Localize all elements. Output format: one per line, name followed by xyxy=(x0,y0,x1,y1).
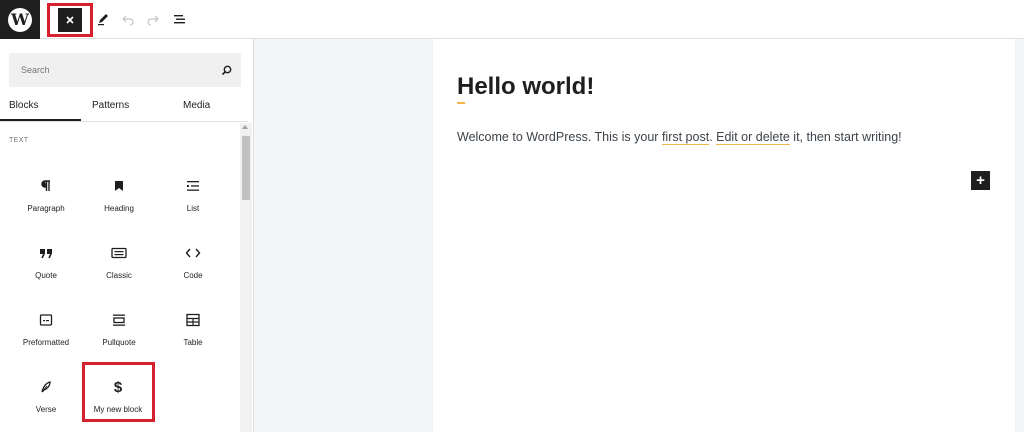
block-label: Code xyxy=(183,271,203,280)
block-inserter-panel: Search Blocks Patterns Media TEXT Paragr… xyxy=(0,39,254,432)
paragraph-icon xyxy=(8,174,84,198)
active-tab-indicator xyxy=(0,119,81,121)
block-list[interactable]: List xyxy=(155,170,231,230)
paragraph-block[interactable]: Welcome to WordPress. This is your first… xyxy=(457,130,902,145)
wordpress-logo-icon: W xyxy=(8,7,32,32)
block-table[interactable]: Table xyxy=(155,304,231,364)
highlight-box-inserter-toggle xyxy=(47,3,93,37)
block-label: Quote xyxy=(35,271,57,280)
inserter-tabs: Blocks Patterns Media xyxy=(0,95,248,122)
tab-patterns[interactable]: Patterns xyxy=(92,100,129,111)
search-field[interactable]: Search xyxy=(9,53,241,87)
paragraph-text-first-post: first post xyxy=(661,130,710,145)
scroll-up-arrow-icon[interactable] xyxy=(242,125,248,129)
plus-icon: + xyxy=(976,172,985,189)
tools-button[interactable] xyxy=(92,8,114,30)
post-title[interactable]: Hello world! xyxy=(457,73,594,101)
table-icon xyxy=(155,308,231,332)
search-input[interactable]: Search xyxy=(21,65,211,75)
feather-icon xyxy=(8,375,84,399)
pullquote-icon xyxy=(81,308,157,332)
paragraph-text: Welcome to WordPress. This is your xyxy=(457,130,662,144)
block-quote[interactable]: Quote xyxy=(8,237,84,297)
block-label: Table xyxy=(183,338,203,347)
block-heading[interactable]: Heading xyxy=(81,170,157,230)
highlight-box-my-new-block xyxy=(82,362,155,422)
title-underline xyxy=(457,102,465,104)
keyboard-icon xyxy=(81,241,157,265)
editor-header: W xyxy=(0,0,1024,39)
list-icon xyxy=(155,174,231,198)
pencil-icon xyxy=(98,14,108,26)
redo-button[interactable] xyxy=(142,8,164,30)
undo-button[interactable] xyxy=(117,8,139,30)
block-label: Verse xyxy=(35,405,57,414)
category-heading: TEXT xyxy=(9,137,29,144)
block-label: List xyxy=(186,204,200,213)
redo-icon xyxy=(147,15,159,26)
scrollbar-thumb[interactable] xyxy=(242,136,250,200)
block-classic[interactable]: Classic xyxy=(81,237,157,297)
tab-blocks[interactable]: Blocks xyxy=(9,100,38,111)
search-icon xyxy=(211,65,241,76)
block-paragraph[interactable]: Paragraph xyxy=(8,170,84,230)
block-label: Pullquote xyxy=(102,338,136,347)
undo-icon xyxy=(122,15,134,26)
block-label: Classic xyxy=(106,271,132,280)
block-code[interactable]: Code xyxy=(155,237,231,297)
scrollbar[interactable] xyxy=(240,123,252,432)
block-verse[interactable]: Verse xyxy=(8,371,84,431)
code-icon xyxy=(155,241,231,265)
add-block-button[interactable]: + xyxy=(971,171,990,190)
quote-icon xyxy=(8,241,84,265)
preformatted-icon xyxy=(8,308,84,332)
wordpress-logo-button[interactable]: W xyxy=(0,0,40,39)
close-icon xyxy=(66,16,74,24)
editor-canvas: Hello world! Welcome to WordPress. This … xyxy=(433,39,1015,432)
list-view-icon xyxy=(174,15,185,24)
tab-media[interactable]: Media xyxy=(183,100,210,111)
close-inserter-button[interactable] xyxy=(58,8,82,32)
block-label: Heading xyxy=(104,204,134,213)
block-label: Paragraph xyxy=(27,204,65,213)
list-view-button[interactable] xyxy=(169,8,191,30)
paragraph-text-edit-or-delete: Edit or delete xyxy=(716,130,790,145)
block-label: Preformatted xyxy=(22,338,70,347)
block-preformatted[interactable]: Preformatted xyxy=(8,304,84,364)
bookmark-icon xyxy=(81,174,157,198)
block-pullquote[interactable]: Pullquote xyxy=(81,304,157,364)
paragraph-text: it, then start writing! xyxy=(789,130,902,144)
